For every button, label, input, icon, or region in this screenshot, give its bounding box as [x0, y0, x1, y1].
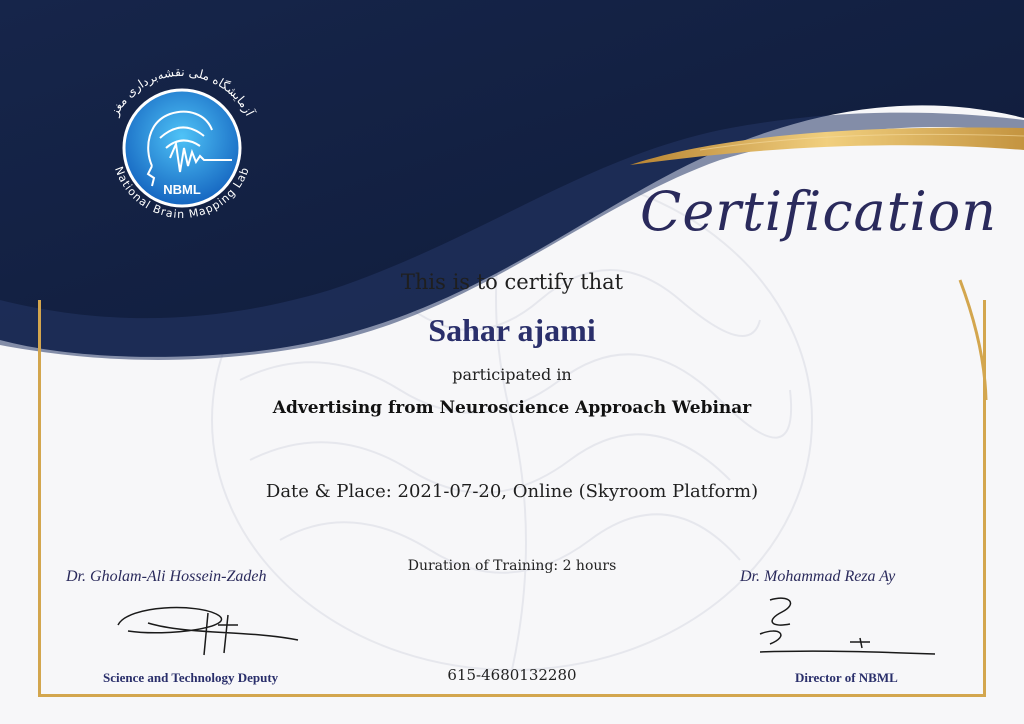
svg-text:NBML: NBML [163, 182, 201, 197]
date-place: Date & Place: 2021-07-20, Online (Skyroo… [265, 481, 759, 502]
signatory-right-title: Director of NBML [795, 670, 898, 685]
signatory-left-name: Dr. Gholam-Ali Hossein-Zadeh [66, 568, 267, 585]
signatory-left-title: Science and Technology Deputy [103, 670, 279, 685]
intro-text: This is to certify that [400, 270, 624, 294]
course-title: Advertising from Neuroscience Approach W… [272, 398, 752, 418]
certificate-title: Certification [640, 180, 998, 243]
certificate: NBML National Brain Mapping Lab آزمایشگا… [0, 0, 1024, 724]
recipient-name: Sahar ajami [428, 312, 596, 348]
signature-left [117, 606, 299, 656]
signatory-right-name: Dr. Mohammad Reza Ay [740, 568, 896, 585]
participated-text: participated in [452, 365, 572, 384]
nbml-logo: NBML National Brain Mapping Lab آزمایشگا… [107, 65, 258, 221]
signature-right [759, 597, 936, 655]
